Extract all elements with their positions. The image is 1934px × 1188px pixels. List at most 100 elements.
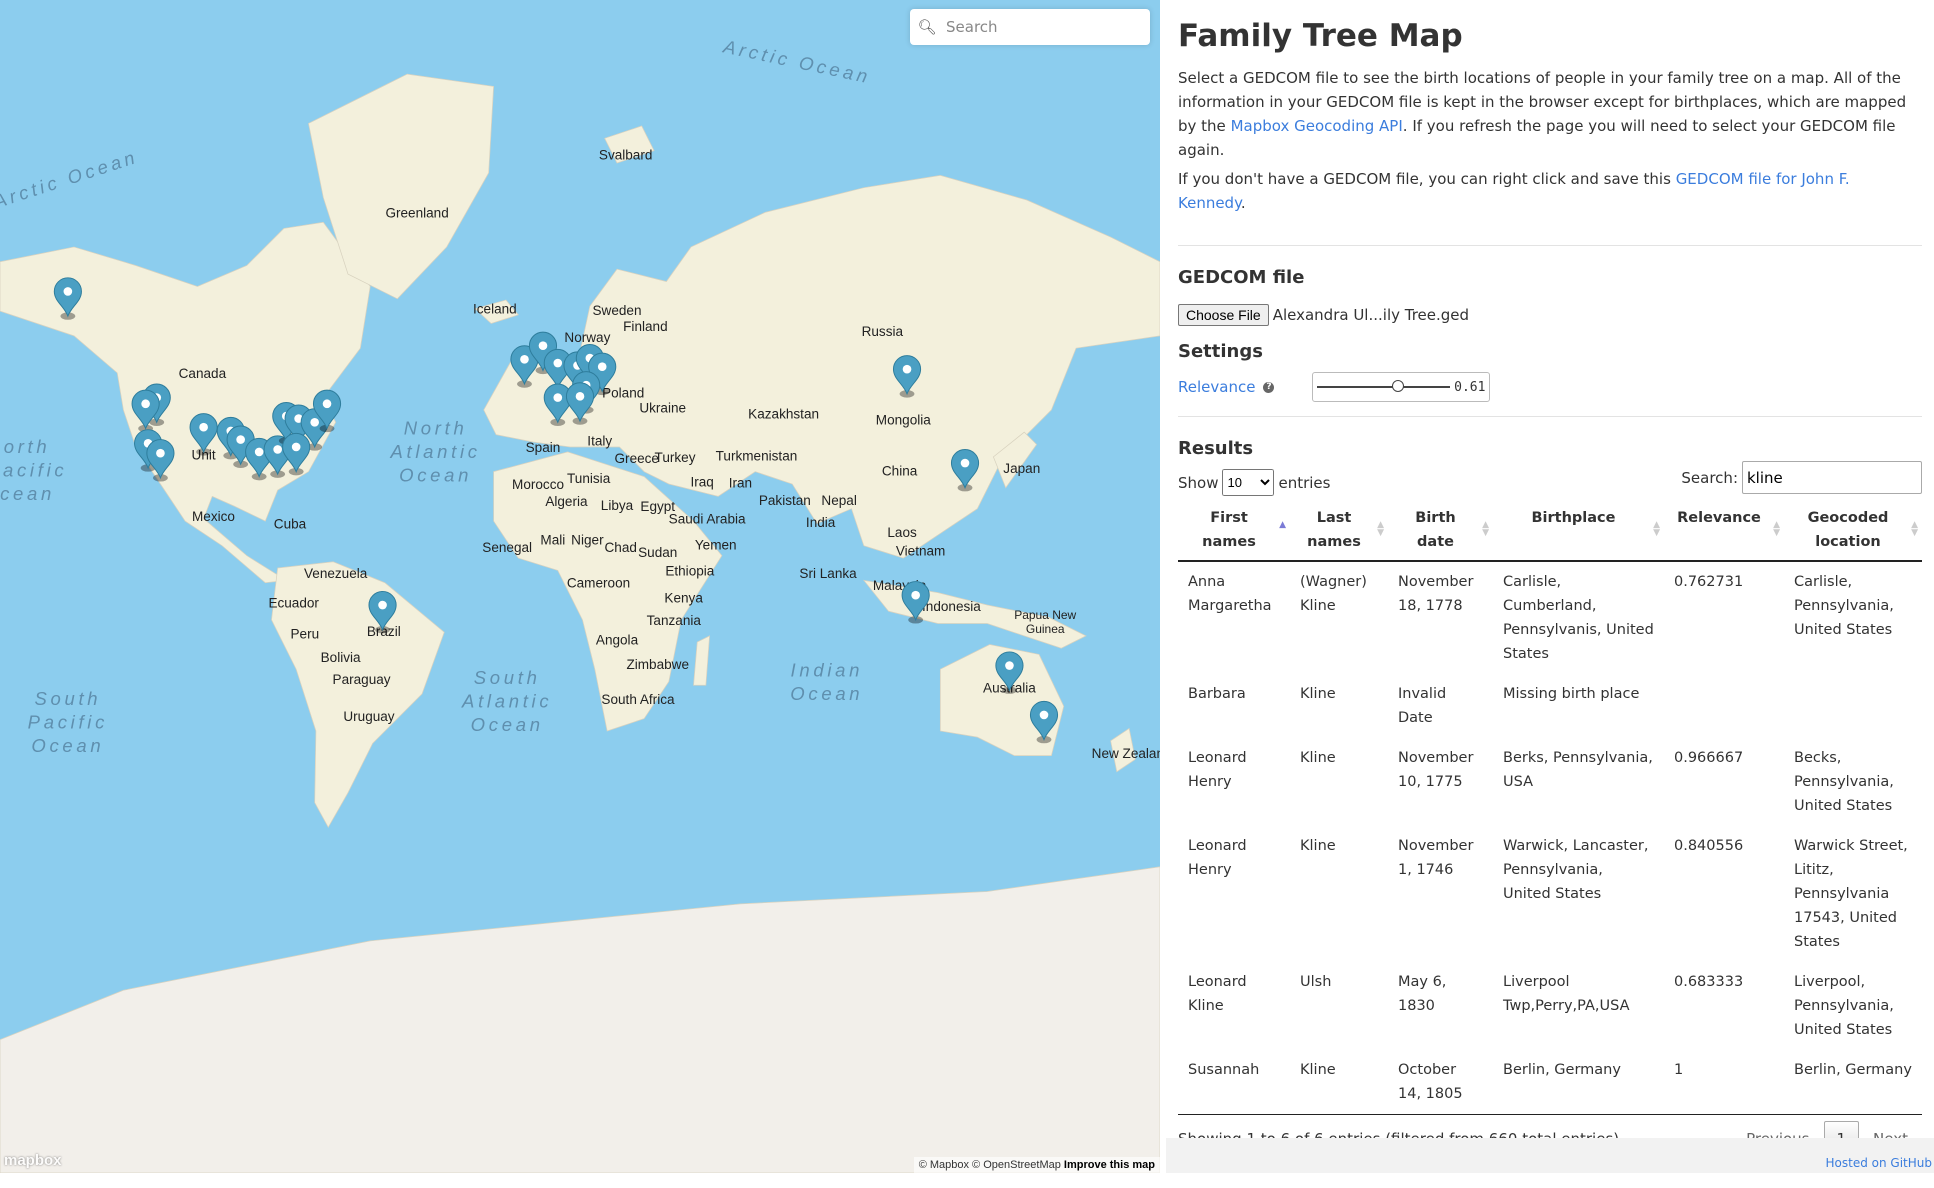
slider-track[interactable] — [1317, 380, 1451, 392]
column-header-label: Birth date — [1415, 510, 1456, 550]
table-row[interactable]: Anna Margaretha (Wagner) Kline November 18… — [1178, 561, 1922, 674]
place-label: Indonesia — [922, 599, 981, 614]
page-size-select[interactable]: 10 — [1222, 469, 1275, 496]
place-label: Ethiopia — [665, 563, 714, 578]
column-header[interactable]: Birthplace ▲ ▼ — [1493, 502, 1664, 562]
place-label: Pakistan — [759, 493, 811, 508]
place-label: China — [882, 463, 918, 478]
place-label: Saudi Arabia — [669, 512, 746, 527]
relevance-slider[interactable]: 0.61 — [1312, 372, 1491, 402]
world-map[interactable]: Greenland Svalbard Iceland Sweden Finland Nor… — [0, 0, 1160, 1173]
ocean-label: Ocean — [471, 714, 544, 735]
column-header[interactable]: Last names ▲ ▼ — [1290, 502, 1388, 562]
landmasses — [0, 73, 1160, 1173]
place-label: Iceland — [473, 302, 517, 317]
ocean-label: Atlantic — [389, 441, 480, 462]
improve-map-link[interactable]: Improve this map — [1064, 1159, 1155, 1171]
table-cell: Leonard Henry — [1188, 838, 1247, 878]
column-header[interactable]: Relevance ▲ ▼ — [1664, 502, 1784, 562]
github-link[interactable]: Hosted on GitHub — [1826, 1156, 1932, 1170]
place-label: Norway — [564, 330, 610, 345]
place-label: Kazakhstan — [748, 407, 819, 422]
column-header-label: First names — [1202, 510, 1256, 550]
place-label: Morocco — [512, 477, 564, 492]
ocean-label: North — [0, 436, 50, 457]
place-label: Iraq — [690, 474, 713, 489]
map-search-input[interactable] — [944, 17, 1138, 37]
column-header[interactable]: Birth date ▲ ▼ — [1388, 502, 1493, 562]
column-header[interactable]: First names ▲ — [1178, 502, 1290, 562]
choose-file-button[interactable]: Choose File — [1178, 304, 1269, 326]
table-row[interactable]: Susannah Kline October 14, 1805 Berlin, Ger… — [1178, 1050, 1922, 1115]
place-label: Finland — [623, 319, 667, 334]
place-label: Senegal — [482, 540, 532, 555]
table-cell: Ulsh — [1300, 974, 1332, 990]
ocean-label: North — [404, 418, 468, 439]
sort-icon: ▲ ▼ — [1482, 520, 1489, 538]
table-cell: Leonard Henry — [1188, 750, 1247, 790]
ocean-label: Pacific — [28, 711, 108, 732]
table-row[interactable]: Leonard Henry Kline November 1, 1746 Warwic… — [1178, 826, 1922, 962]
place-label: Niger — [571, 533, 604, 548]
ocean-label: South — [474, 667, 541, 688]
place-label: Libya — [601, 498, 634, 513]
place-label: Sudan — [638, 545, 677, 560]
place-label: Sri Lanka — [799, 566, 857, 581]
table-cell: (Wagner) Kline — [1300, 574, 1367, 614]
slider-thumb[interactable] — [1392, 380, 1405, 392]
table-cell: Carlisle, Cumberland, Pennsylvanis, Unit… — [1503, 574, 1654, 662]
antarctica-landmass — [0, 866, 1160, 1173]
place-label: Nepal — [821, 493, 856, 508]
table-cell: 1 — [1664, 1050, 1784, 1115]
table-search-input[interactable] — [1742, 461, 1922, 494]
table-cell: Warwick, Lancaster, Pennsylvania, United… — [1503, 838, 1649, 902]
file-input[interactable]: Choose File Alexandra Ul...ily Tree.ged — [1178, 304, 1922, 326]
table-cell: 0.683333 — [1674, 974, 1744, 990]
table-cell: Barbara — [1188, 686, 1246, 702]
mapbox-geocoding-link[interactable]: Mapbox Geocoding API — [1231, 117, 1403, 135]
table-cell: November 10, 1775 — [1398, 750, 1474, 790]
map-search-box[interactable]: 🔍︎ — [910, 9, 1150, 45]
attribution-copyright[interactable]: © Mapbox © OpenStreetMap — [919, 1159, 1061, 1171]
ocean-label: Ocean — [790, 683, 863, 704]
relevance-link[interactable]: Relevance — [1178, 378, 1255, 396]
table-cell: October 14, 1805 — [1388, 1050, 1493, 1115]
place-label: Chad — [605, 540, 637, 555]
results-table: First names ▲ Last names ▲ ▼ Birth date ▲ ▼ Birt… — [1178, 502, 1922, 1115]
mapbox-logo[interactable]: mapbox — [4, 1152, 62, 1169]
place-label: Tanzania — [647, 613, 702, 628]
sample-text-2: . — [1240, 194, 1246, 212]
search-icon: 🔍︎ — [917, 18, 937, 36]
place-label: Russia — [862, 324, 904, 339]
table-cell: Berks, Pennsylvania, USA — [1503, 750, 1653, 790]
table-cell: Berlin, Germany — [1784, 1050, 1922, 1115]
ocean-label: South — [34, 688, 101, 709]
table-cell: 0.762731 — [1674, 574, 1744, 590]
ocean-label: Ocean — [31, 735, 104, 756]
place-label: Tunisia — [567, 471, 611, 486]
table-cell: November 1, 1746 — [1398, 838, 1474, 878]
place-label: Paraguay — [333, 672, 391, 687]
table-cell: 0.840556 — [1674, 838, 1744, 854]
table-cell: May 6, 1830 — [1398, 974, 1447, 1014]
table-cell: Kline — [1300, 750, 1336, 766]
place-label: Algeria — [545, 494, 588, 509]
settings-heading: Settings — [1178, 341, 1263, 362]
place-label: Sweden — [593, 303, 642, 318]
help-icon[interactable]: ? — [1263, 381, 1275, 393]
place-label: Turkmenistan — [716, 449, 798, 464]
place-label: Yemen — [695, 537, 737, 552]
table-row[interactable]: Barbara Kline Invalid Date Missing birth pl… — [1178, 674, 1922, 738]
table-cell: Kline — [1290, 1050, 1388, 1115]
place-label: South Africa — [601, 692, 675, 707]
sort-icon: ▲ ▼ — [1653, 520, 1660, 538]
table-row[interactable]: Leonard Henry Kline November 10, 1775 Berks… — [1178, 738, 1922, 826]
map-canvas[interactable]: Greenland Svalbard Iceland SwedenFinland Nor… — [0, 0, 1160, 1173]
column-header[interactable]: Geocoded location ▲ ▼ — [1784, 502, 1922, 562]
table-cell: Berlin, Germany — [1493, 1050, 1664, 1115]
table-row[interactable]: Leonard Kline Ulsh May 6, 1830 Liverpool Tw… — [1178, 962, 1922, 1050]
place-label: Canada — [179, 366, 227, 381]
place-label: Kenya — [664, 591, 703, 606]
divider — [1178, 416, 1922, 417]
table-cell: November 18, 1778 — [1398, 574, 1474, 614]
